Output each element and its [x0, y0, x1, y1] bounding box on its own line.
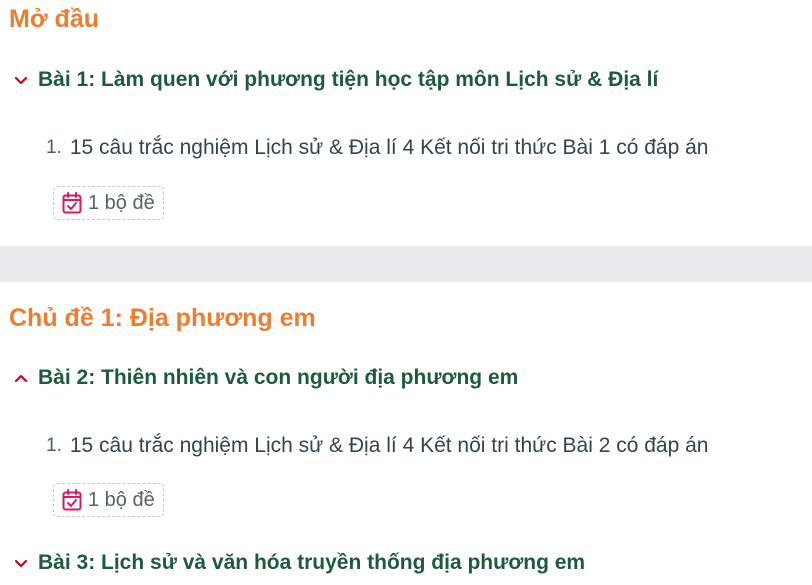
quiz-count-badge[interactable]: 1 bộ đề [53, 186, 164, 220]
calendar-check-icon [62, 489, 82, 511]
lesson-title: Bài 1: Làm quen với phương tiện học tập … [38, 68, 659, 91]
quiz-link[interactable]: 15 câu trắc nghiệm Lịch sử & Địa lí 4 Kế… [70, 134, 709, 162]
chapter-title: Mở đầu [9, 5, 99, 33]
lesson-title: Bài 3: Lịch sử và văn hóa truyền thống đ… [38, 551, 586, 574]
section-chu-de-1: Chủ đề 1: Địa phương em Bài 2: Thiên nhi… [0, 282, 812, 585]
lesson-toggle-bai-2[interactable]: Bài 2: Thiên nhiên và con người địa phươ… [13, 364, 518, 392]
section-divider [0, 246, 812, 282]
chapter-title: Chủ đề 1: Địa phương em [9, 304, 316, 332]
badge-label: 1 bộ đề [88, 489, 155, 511]
list-item: 1. 15 câu trắc nghiệm Lịch sử & Địa lí 4… [46, 432, 708, 460]
lesson-toggle-bai-1[interactable]: Bài 1: Làm quen với phương tiện học tập … [13, 66, 658, 94]
item-number: 1. [46, 435, 62, 456]
item-number: 1. [46, 137, 62, 158]
badge-label: 1 bộ đề [88, 192, 155, 214]
chevron-down-icon [14, 559, 28, 568]
list-item: 1. 15 câu trắc nghiệm Lịch sử & Địa lí 4… [46, 134, 708, 162]
quiz-link[interactable]: 15 câu trắc nghiệm Lịch sử & Địa lí 4 Kế… [70, 432, 709, 460]
chevron-up-icon [14, 374, 28, 383]
calendar-check-icon [62, 192, 82, 214]
quiz-count-badge[interactable]: 1 bộ đề [53, 483, 164, 517]
lesson-toggle-bai-3[interactable]: Bài 3: Lịch sử và văn hóa truyền thống đ… [13, 549, 585, 577]
chevron-down-icon [14, 76, 28, 85]
lesson-title: Bài 2: Thiên nhiên và con người địa phươ… [38, 366, 519, 389]
section-mo-dau: Mở đầu Bài 1: Làm quen với phương tiện h… [0, 0, 812, 246]
